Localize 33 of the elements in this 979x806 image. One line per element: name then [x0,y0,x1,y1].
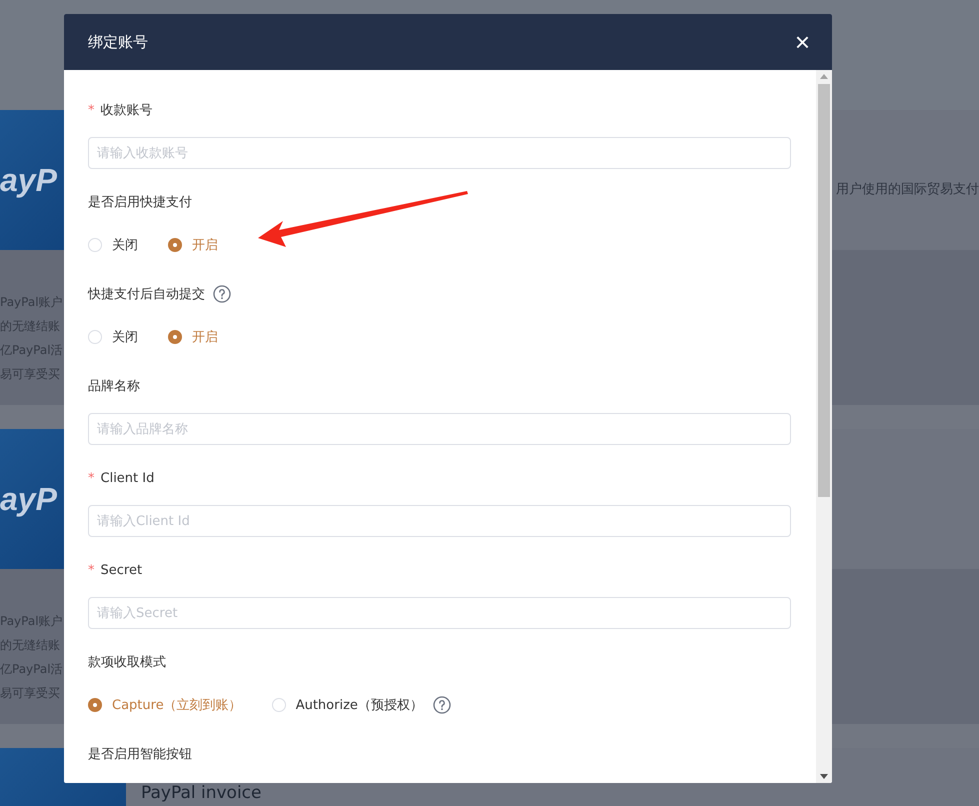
required-mark: * [88,562,94,578]
radio-button[interactable] [168,238,182,252]
scrollbar-thumb[interactable] [818,84,830,497]
logo-text: ayP [0,480,57,518]
radio-label[interactable]: Authorize（预授权） [296,696,423,714]
radio-button[interactable] [168,330,182,344]
input-field[interactable]: 请输入收款账号 [88,137,791,169]
input-field[interactable]: 请输入Client Id [88,505,791,537]
radio-label[interactable]: 关闭 [112,236,138,254]
input-field[interactable]: 请输入品牌名称 [88,413,791,445]
help-icon[interactable] [213,285,231,303]
close-button[interactable]: × [792,29,812,55]
required-mark: * [88,102,94,118]
required-mark: * [88,470,94,486]
field-label: 是否启用快捷支付 [88,194,192,211]
radio-label[interactable]: 关闭 [112,328,138,346]
radio-button[interactable] [88,698,102,712]
card-title: PayPal invoice [141,784,262,803]
help-icon[interactable] [432,696,451,714]
input-field[interactable]: 请输入Secret [88,597,791,629]
field-label: 收款账号 [100,102,152,119]
field-label: 款项收取模式 [88,654,166,671]
scroll-down-icon[interactable] [820,774,828,779]
field-label: 品牌名称 [88,378,140,395]
field-label: Client Id [100,470,154,486]
logo-text: ayP [0,162,57,198]
scroll-up-icon[interactable] [820,74,828,79]
field-label: Secret [100,562,142,578]
card-tagline: 用户使用的国际贸易支付 [836,181,979,198]
dialog-title: 绑定账号 [88,32,148,52]
field-label: 快捷支付后自动提交 [88,286,205,303]
scrollbar[interactable] [816,70,832,783]
field-label: 是否启用智能按钮 [88,746,192,763]
